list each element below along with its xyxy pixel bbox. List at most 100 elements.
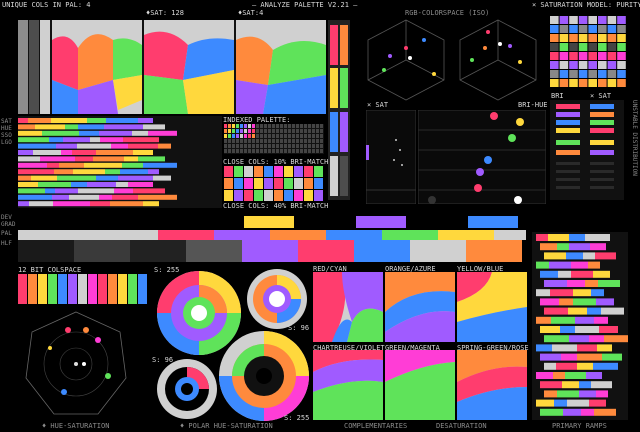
ramp-step <box>553 372 565 379</box>
palette-stripe <box>122 162 143 168</box>
palette-stripe <box>79 130 99 136</box>
index-cell <box>288 149 291 153</box>
palette-stripe <box>114 188 133 194</box>
ramp-step <box>596 298 614 306</box>
swatch-cell <box>588 43 597 51</box>
index-cell <box>272 129 275 133</box>
ramp-step <box>544 362 556 370</box>
swatch-cell <box>617 34 626 42</box>
index-cell <box>308 129 311 133</box>
palette-stripe <box>51 118 87 123</box>
index-cell <box>280 149 283 153</box>
index-cell <box>316 134 319 138</box>
ramp-step <box>544 307 568 315</box>
palette-stripe <box>143 124 165 130</box>
ramp-step <box>571 270 593 278</box>
swatch-cell <box>617 25 626 33</box>
index-cell <box>224 129 227 133</box>
ramp-step <box>563 408 581 416</box>
index-cell <box>224 144 227 148</box>
index-cell <box>236 129 239 133</box>
ramp-step <box>593 270 610 278</box>
ramp-step <box>556 362 577 370</box>
index-cell <box>256 134 259 138</box>
palette-stripe <box>133 150 153 155</box>
index-cell <box>316 139 319 143</box>
close-col-cell <box>304 190 313 201</box>
index-cell <box>304 134 307 138</box>
ramp-step <box>540 381 562 389</box>
index-cell <box>304 144 307 148</box>
index-cell <box>276 124 279 128</box>
index-cell <box>248 134 251 138</box>
close-col-cell <box>264 166 273 177</box>
ramp-step <box>577 362 593 370</box>
ramp-step <box>601 307 624 315</box>
palette-stripe <box>18 194 52 200</box>
index-cell <box>292 144 295 148</box>
sorted-palette-bars <box>18 116 222 208</box>
close-col-cell <box>254 190 263 201</box>
bri-hue-scatter <box>418 110 546 204</box>
index-cell <box>232 129 235 133</box>
index-cell <box>312 129 315 133</box>
palette-stripe <box>133 188 165 194</box>
palette-stripe <box>29 201 53 207</box>
ramp-step <box>536 372 553 379</box>
index-cell <box>244 129 247 133</box>
index-cell <box>240 129 243 133</box>
index-cell <box>224 139 227 143</box>
ramp-step <box>586 372 602 379</box>
index-cell <box>308 124 311 128</box>
index-cell <box>308 149 311 153</box>
index-cell <box>232 144 235 148</box>
palette-stripe <box>73 169 105 175</box>
close-col-cell <box>224 190 233 201</box>
ramp-step <box>536 289 550 297</box>
close-col-cell <box>274 190 283 201</box>
palette-stripe <box>59 162 84 168</box>
ramp-step <box>594 408 616 416</box>
swatch-cell <box>578 70 588 78</box>
index-cell <box>236 144 239 148</box>
palette-stripe <box>148 169 159 175</box>
ramp-step <box>577 353 602 361</box>
swatch-cell <box>559 34 569 42</box>
palette-stripe <box>138 194 177 200</box>
ramp-step <box>588 261 600 269</box>
ramp-step <box>536 234 548 241</box>
index-cell <box>292 139 295 143</box>
swatch-cell <box>598 52 607 60</box>
index-cell <box>312 144 315 148</box>
swatch-cell <box>550 61 559 69</box>
index-cell <box>268 134 271 138</box>
ramp-step <box>540 353 561 361</box>
swatch-cell <box>588 52 597 60</box>
right-side-text: UNSTABLE DISTRIBUTION <box>631 100 638 176</box>
swatch-cell <box>607 43 617 51</box>
index-cell <box>256 144 259 148</box>
swatch-cell <box>607 70 617 78</box>
index-cell <box>280 139 283 143</box>
index-cell <box>244 124 247 128</box>
index-cell <box>284 129 287 133</box>
palette-stripe <box>57 175 96 181</box>
index-cell <box>232 124 235 128</box>
swatch-cell <box>550 70 559 78</box>
index-cell <box>320 139 323 143</box>
ramp-step <box>590 243 606 251</box>
index-cell <box>272 134 275 138</box>
swatch-cell <box>588 34 597 42</box>
bri-hue-label: BRI-HUE <box>518 101 548 109</box>
index-cell <box>256 129 259 133</box>
close-col-cell <box>304 166 313 177</box>
index-cell <box>300 149 303 153</box>
swatch-cell <box>607 61 617 69</box>
index-cell <box>308 134 311 138</box>
index-cell <box>300 129 303 133</box>
index-cell <box>272 124 275 128</box>
palette-stripe <box>38 182 71 187</box>
palette-stripe <box>132 130 148 136</box>
index-cell <box>300 139 303 143</box>
index-cell <box>240 149 243 153</box>
